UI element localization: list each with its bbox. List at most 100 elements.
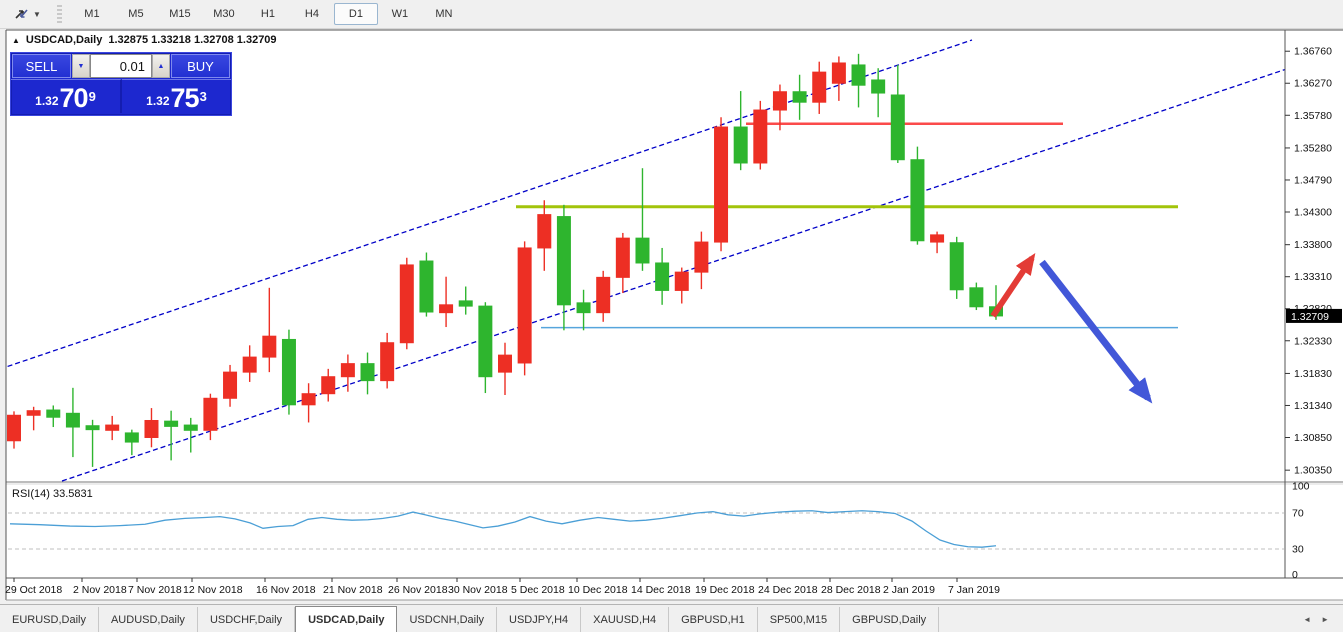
candle-body bbox=[813, 72, 826, 102]
date-tick-label: 29 Oct 2018 bbox=[5, 584, 62, 596]
timeframe-button-m1[interactable]: M1 bbox=[70, 3, 114, 25]
candle-body bbox=[656, 263, 669, 290]
tab-sp500-m15[interactable]: SP500,M15 bbox=[758, 607, 840, 632]
candle-body bbox=[263, 336, 276, 357]
chart-tab-bar: EURUSD,DailyAUDUSD,DailyUSDCHF,DailyUSDC… bbox=[0, 604, 1343, 632]
candle-body bbox=[616, 238, 629, 277]
timeframe-button-d1[interactable]: D1 bbox=[334, 3, 378, 25]
candle-body bbox=[597, 277, 610, 312]
tab-xauusd-h4[interactable]: XAUUSD,H4 bbox=[581, 607, 669, 632]
date-tick-label: 7 Nov 2018 bbox=[128, 584, 182, 596]
arrows-draw-tool-icon bbox=[14, 7, 30, 21]
candle-body bbox=[243, 357, 256, 372]
tab-usdjpy-h4[interactable]: USDJPY,H4 bbox=[497, 607, 581, 632]
candle-body bbox=[695, 242, 708, 272]
tab-eurusd-daily[interactable]: EURUSD,Daily bbox=[0, 607, 99, 632]
rsi-scale-label: 30 bbox=[1292, 544, 1304, 556]
sell-price-big-digits: 70 bbox=[60, 85, 88, 111]
candle-body bbox=[793, 92, 806, 102]
tab-scroll-controls: ◄ ► bbox=[1303, 605, 1343, 632]
date-tick-label: 2 Nov 2018 bbox=[73, 584, 127, 596]
tab-scroll-right-icon[interactable]: ► bbox=[1321, 615, 1329, 624]
candle-body bbox=[715, 127, 728, 242]
sell-button[interactable]: SELL bbox=[12, 54, 71, 78]
timeframe-button-w1[interactable]: W1 bbox=[378, 3, 422, 25]
sell-price-display[interactable]: 1.32 70 9 bbox=[11, 79, 122, 113]
candle-body bbox=[911, 160, 924, 241]
chart-window[interactable]: 1.36760 1.36270 1.35780 1.35280 1.34790 1.343… bbox=[0, 28, 1343, 606]
tab-usdcad-daily[interactable]: USDCAD,Daily bbox=[295, 606, 397, 632]
candle-body bbox=[400, 265, 413, 343]
price-tick-label: 1.32330 bbox=[1294, 335, 1332, 347]
timeframe-button-m15[interactable]: M15 bbox=[158, 3, 202, 25]
lot-increase-button[interactable]: ▲ bbox=[152, 54, 170, 78]
price-tick-label: 1.31830 bbox=[1294, 368, 1332, 380]
candle-body bbox=[872, 80, 885, 93]
timeframe-button-m5[interactable]: M5 bbox=[114, 3, 158, 25]
candle-body bbox=[734, 127, 747, 163]
timeframe-button-group: M1M5M15M30H1H4D1W1MN bbox=[70, 3, 466, 25]
candle-body bbox=[86, 426, 99, 430]
sell-price-pipette: 9 bbox=[89, 80, 96, 114]
tab-audusd-daily[interactable]: AUDUSD,Daily bbox=[99, 607, 198, 632]
candle-body bbox=[341, 364, 354, 377]
buy-price-prefix: 1.32 bbox=[146, 91, 169, 111]
date-tick-label: 5 Dec 2018 bbox=[511, 584, 565, 596]
date-tick-label: 28 Dec 2018 bbox=[821, 584, 881, 596]
timeframe-button-m30[interactable]: M30 bbox=[202, 3, 246, 25]
lot-size-input[interactable]: 0.01 bbox=[90, 54, 152, 78]
candle-body bbox=[557, 217, 570, 305]
candle-body bbox=[381, 343, 394, 381]
price-tick-label: 1.30350 bbox=[1294, 465, 1332, 477]
arrows-draw-tool-button[interactable]: ▼ bbox=[8, 4, 47, 24]
candle-body bbox=[950, 243, 963, 290]
collapse-triangle-icon[interactable]: ▲ bbox=[12, 36, 20, 45]
candle-body bbox=[440, 305, 453, 313]
timeframe-button-h4[interactable]: H4 bbox=[290, 3, 334, 25]
price-tick-label: 1.36270 bbox=[1294, 78, 1332, 90]
candle-body bbox=[224, 372, 237, 398]
price-tick-label: 1.34790 bbox=[1294, 174, 1332, 186]
candle-body bbox=[27, 411, 40, 416]
candle-body bbox=[420, 261, 433, 312]
price-tick-label: 1.33310 bbox=[1294, 271, 1332, 283]
buy-price-big-digits: 75 bbox=[171, 85, 199, 111]
one-click-trade-panel: SELL ▼ 0.01 ▲ BUY 1.32 70 9 1.32 75 3 bbox=[10, 52, 232, 116]
rsi-scale-label: 100 bbox=[1292, 481, 1310, 493]
candle-body bbox=[499, 355, 512, 372]
tab-usdcnh-daily[interactable]: USDCNH,Daily bbox=[397, 607, 497, 632]
price-tick-label: 1.36760 bbox=[1294, 46, 1332, 58]
rsi-scale-label: 70 bbox=[1292, 508, 1304, 520]
candle-body bbox=[322, 377, 335, 394]
candle-body bbox=[66, 413, 79, 427]
candle-body bbox=[302, 394, 315, 405]
date-tick-label: 24 Dec 2018 bbox=[758, 584, 818, 596]
candle-body bbox=[675, 272, 688, 290]
price-tick-label: 1.35280 bbox=[1294, 142, 1332, 154]
candle-body bbox=[125, 433, 138, 442]
top-toolbar: ▼ M1M5M15M30H1H4D1W1MN bbox=[0, 0, 1343, 29]
date-tick-label: 16 Nov 2018 bbox=[256, 584, 316, 596]
tab-gbpusd-daily[interactable]: GBPUSD,Daily bbox=[840, 607, 939, 632]
tab-gbpusd-h1[interactable]: GBPUSD,H1 bbox=[669, 607, 758, 632]
price-tick-label: 1.35780 bbox=[1294, 110, 1332, 122]
candle-body bbox=[479, 306, 492, 377]
price-tick-label: 1.34300 bbox=[1294, 207, 1332, 219]
date-tick-label: 7 Jan 2019 bbox=[948, 584, 1000, 596]
candle-body bbox=[832, 63, 845, 83]
chart-title: ▲ USDCAD,Daily 1.32875 1.33218 1.32708 1… bbox=[12, 34, 277, 46]
timeframe-button-h1[interactable]: H1 bbox=[246, 3, 290, 25]
date-tick-label: 10 Dec 2018 bbox=[568, 584, 628, 596]
date-tick-label: 21 Nov 2018 bbox=[323, 584, 383, 596]
candle-body bbox=[891, 95, 904, 160]
buy-price-display[interactable]: 1.32 75 3 bbox=[122, 79, 231, 113]
lot-decrease-button[interactable]: ▼ bbox=[72, 54, 90, 78]
toolbar-grip[interactable] bbox=[57, 5, 62, 23]
chevron-down-icon: ▼ bbox=[33, 10, 41, 19]
buy-button[interactable]: BUY bbox=[171, 54, 230, 78]
candle-body bbox=[459, 301, 472, 306]
date-tick-label: 26 Nov 2018 bbox=[388, 584, 448, 596]
timeframe-button-mn[interactable]: MN bbox=[422, 3, 466, 25]
tab-usdchf-daily[interactable]: USDCHF,Daily bbox=[198, 607, 295, 632]
tab-scroll-left-icon[interactable]: ◄ bbox=[1303, 615, 1311, 624]
